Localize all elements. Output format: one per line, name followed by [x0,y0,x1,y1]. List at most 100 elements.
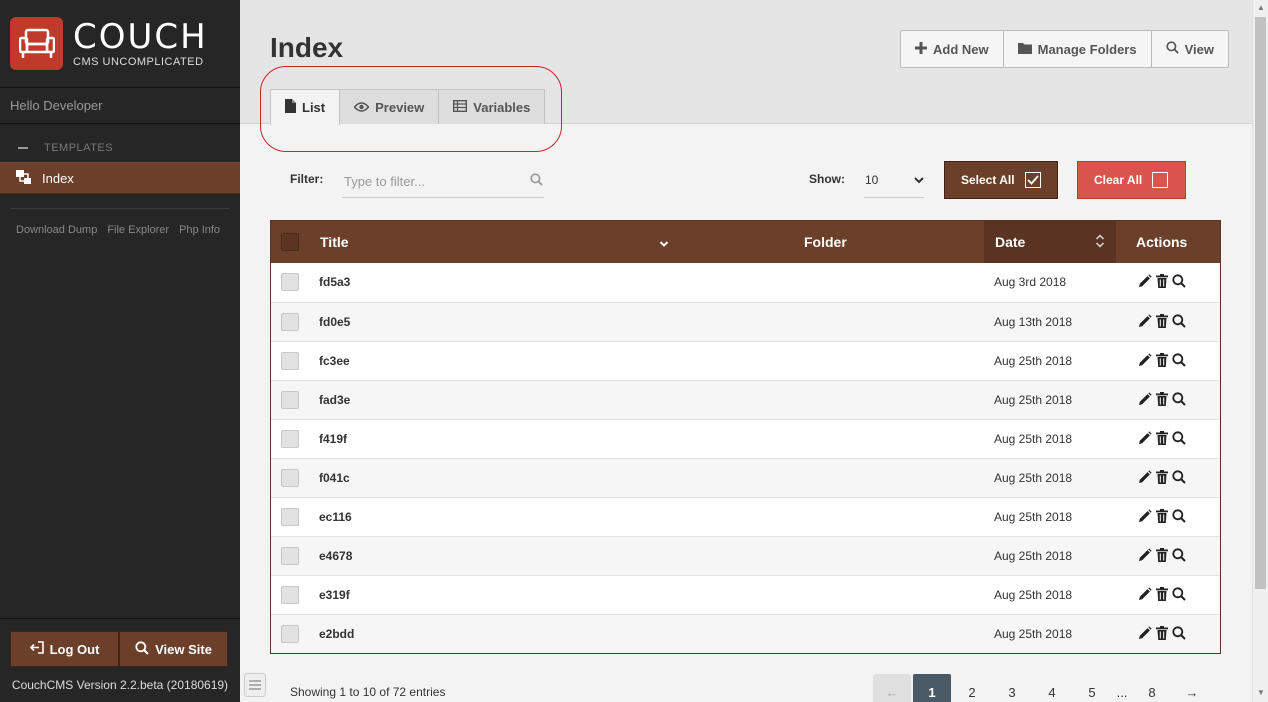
page-button[interactable]: 2 [953,674,991,702]
logo[interactable]: COUCH CMS UNCOMPLICATED [0,0,240,88]
file-explorer-link[interactable]: File Explorer [107,224,169,236]
page-button[interactable]: 8 [1133,674,1171,702]
table-row[interactable]: ec116 Aug 25th 2018 [271,497,1220,536]
row-checkbox[interactable] [281,586,299,604]
row-checkbox[interactable] [281,313,299,331]
search-icon[interactable] [1172,509,1186,526]
trash-icon[interactable] [1156,587,1168,604]
cell-title[interactable]: fc3ee [319,354,350,368]
row-checkbox[interactable] [281,547,299,565]
view-button[interactable]: View [1152,31,1228,67]
cell-title[interactable]: fd0e5 [319,315,350,329]
select-all-button[interactable]: Select All [944,161,1058,199]
cell-title[interactable]: e2bdd [319,627,354,641]
edit-icon[interactable] [1138,587,1152,604]
trash-icon[interactable] [1156,431,1168,448]
tab-preview[interactable]: Preview [339,89,440,124]
search-icon[interactable] [1172,274,1186,291]
edit-icon[interactable] [1138,470,1152,487]
scrollbar[interactable]: ▲ ▼ [1252,0,1268,702]
sidebar-section-templates[interactable]: TEMPLATES [0,137,240,159]
logout-button[interactable]: Log Out [10,631,119,667]
row-checkbox[interactable] [281,508,299,526]
search-icon[interactable] [1172,548,1186,565]
table-row[interactable]: fc3ee Aug 25th 2018 [271,341,1220,380]
search-icon[interactable] [1172,470,1186,487]
download-dump-link[interactable]: Download Dump [16,224,97,236]
edit-icon[interactable] [1138,353,1152,370]
manage-folders-button[interactable]: Manage Folders [1004,31,1152,67]
tab-list[interactable]: List [270,89,341,125]
edit-icon[interactable] [1138,274,1152,291]
chevron-down-icon[interactable] [659,235,669,251]
scroll-down-icon[interactable]: ▼ [1257,688,1265,697]
edit-icon[interactable] [1138,392,1152,409]
table-row[interactable]: e4678 Aug 25th 2018 [271,536,1220,575]
view-site-button[interactable]: View Site [119,631,228,667]
scroll-up-icon[interactable]: ▲ [1257,3,1265,12]
hamburger-icon[interactable] [244,673,266,697]
search-icon[interactable] [1172,626,1186,643]
edit-icon[interactable] [1138,548,1152,565]
table-row[interactable]: fd5a3 Aug 3rd 2018 [271,263,1220,302]
table-row[interactable]: fad3e Aug 25th 2018 [271,380,1220,419]
row-checkbox[interactable] [281,273,299,291]
row-checkbox[interactable] [281,352,299,370]
sidebar-item-index[interactable]: Index [0,162,240,194]
trash-icon[interactable] [1156,548,1168,565]
sidebar: COUCH CMS UNCOMPLICATED Hello Developer … [0,0,240,702]
cell-title[interactable]: fd5a3 [319,275,350,289]
cell-title[interactable]: f041c [319,471,350,485]
add-new-button[interactable]: Add New [901,31,1004,67]
column-header-title[interactable]: Title [320,234,349,250]
select-all-checkbox[interactable] [281,233,299,251]
page-button[interactable]: 1 [913,674,951,702]
page-button[interactable]: 5 [1073,674,1111,702]
row-checkbox[interactable] [281,469,299,487]
page-size-select[interactable]: 10 [864,162,924,198]
page-button[interactable]: 3 [993,674,1031,702]
table-row[interactable]: e319f Aug 25th 2018 [271,575,1220,614]
table-row[interactable]: f419f Aug 25th 2018 [271,419,1220,458]
row-checkbox[interactable] [281,391,299,409]
filter-input[interactable] [342,166,544,198]
sort-icon[interactable] [1095,234,1105,251]
table-row[interactable]: fd0e5 Aug 13th 2018 [271,302,1220,341]
search-icon[interactable] [1172,353,1186,370]
search-icon[interactable] [1172,314,1186,331]
row-checkbox[interactable] [281,625,299,643]
trash-icon[interactable] [1156,509,1168,526]
cell-title[interactable]: fad3e [319,393,350,407]
page-button[interactable]: 4 [1033,674,1071,702]
table-row[interactable]: e2bdd Aug 25th 2018 [271,614,1220,653]
show-label: Show: [809,172,845,186]
column-header-date[interactable]: Date [995,234,1025,250]
edit-icon[interactable] [1138,314,1152,331]
scroll-thumb[interactable] [1255,17,1266,589]
trash-icon[interactable] [1156,626,1168,643]
prev-page-button[interactable]: ← [873,674,911,702]
tab-bar: List Preview Variables [270,89,546,125]
next-page-button[interactable]: → [1173,674,1211,702]
table-row[interactable]: f041c Aug 25th 2018 [271,458,1220,497]
edit-icon[interactable] [1138,626,1152,643]
clear-all-button[interactable]: Clear All [1077,161,1186,199]
edit-icon[interactable] [1138,509,1152,526]
trash-icon[interactable] [1156,353,1168,370]
trash-icon[interactable] [1156,314,1168,331]
php-info-link[interactable]: Php Info [179,224,220,236]
search-icon[interactable] [1172,392,1186,409]
edit-icon[interactable] [1138,431,1152,448]
column-header-folder[interactable]: Folder [804,234,847,250]
trash-icon[interactable] [1156,392,1168,409]
search-icon[interactable] [1172,431,1186,448]
trash-icon[interactable] [1156,470,1168,487]
trash-icon[interactable] [1156,274,1168,291]
row-checkbox[interactable] [281,430,299,448]
search-icon[interactable] [1172,587,1186,604]
cell-title[interactable]: e4678 [319,549,352,563]
cell-title[interactable]: e319f [319,588,350,602]
cell-title[interactable]: ec116 [319,510,352,524]
tab-variables[interactable]: Variables [438,89,546,124]
cell-title[interactable]: f419f [319,432,347,446]
